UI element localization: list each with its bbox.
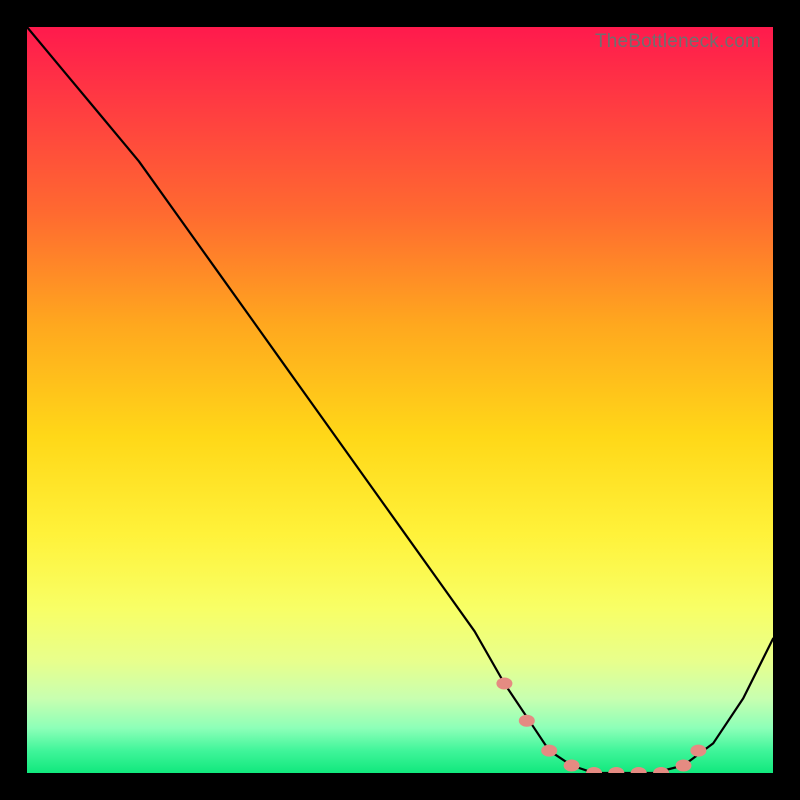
highlight-dot	[608, 767, 624, 773]
chart-plot-area: TheBottleneck.com	[27, 27, 773, 773]
highlight-dot	[653, 767, 669, 773]
chart-frame: TheBottleneck.com	[0, 0, 800, 800]
highlight-dot	[564, 760, 580, 772]
highlight-dot	[676, 760, 692, 772]
highlight-dot	[690, 745, 706, 757]
highlight-dot	[586, 767, 602, 773]
highlight-dot	[496, 678, 512, 690]
chart-svg	[27, 27, 773, 773]
bottleneck-curve-line	[27, 27, 773, 773]
highlight-dots	[496, 678, 706, 774]
highlight-dot	[519, 715, 535, 727]
highlight-dot	[541, 745, 557, 757]
highlight-dot	[631, 767, 647, 773]
